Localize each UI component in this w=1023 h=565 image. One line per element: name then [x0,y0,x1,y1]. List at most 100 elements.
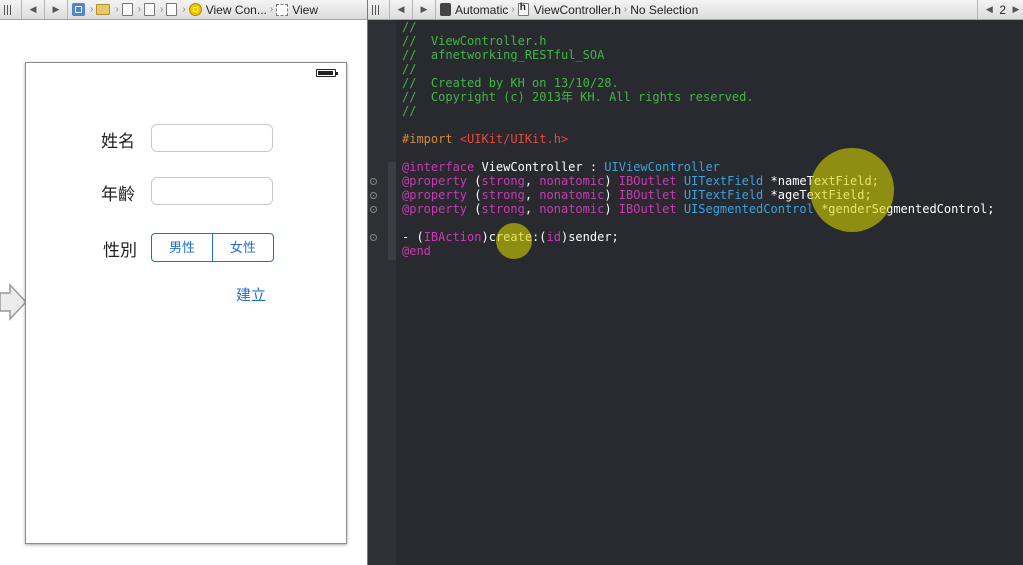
code-token: // [402,62,417,76]
outlet-connection-icon[interactable] [370,206,377,213]
gender-segmented-control[interactable]: 男性 女性 [151,233,274,262]
action-connection-icon[interactable] [370,234,377,241]
code-token: strong [481,202,525,216]
code-line[interactable]: // Created by KH on 13/10/28. [402,76,994,90]
create-button[interactable]: 建立 [236,284,266,305]
age-label: 年齡 [101,185,135,204]
code-line[interactable]: // ViewController.h [402,34,994,48]
code-token: // [402,104,417,118]
view-controller-icon [188,3,202,16]
age-text-field[interactable] [151,177,273,205]
battery-icon [316,69,338,77]
code-token: ( [467,188,482,202]
code-line[interactable]: @end [402,244,994,258]
editor-gutter[interactable] [368,20,396,565]
header-file-icon [517,2,529,16]
back-arrow-icon[interactable]: ◀ [26,4,40,15]
scene-icon[interactable] [166,3,178,16]
code-token: // Created by KH on 13/10/28. [402,76,619,90]
code-token: IBAction [423,230,482,244]
code-token: // [402,20,417,34]
code-token: @property [402,202,468,216]
code-token: @property [402,174,468,188]
code-token: )sender; [560,230,619,244]
storyboard-base-icon[interactable] [144,3,156,16]
code-token: - ( [402,230,424,244]
code-line[interactable]: @property (strong, nonatomic) IBOutlet U… [402,188,994,202]
assistant-mode-selector[interactable]: Automatic [440,0,508,19]
assistant-icon [440,3,451,16]
outlet-connection-icon[interactable] [370,192,377,199]
right-jump-bar: ◀ ▶ Automatic › ViewController.h › No Se… [368,0,1023,20]
code-token: ) [604,188,619,202]
source-code[interactable]: //// ViewController.h// afnetworking_RES… [402,20,994,258]
code-line[interactable] [402,118,994,132]
code-token: @interface [402,160,475,174]
code-token: // ViewController.h [402,34,547,48]
segment-male[interactable]: 男性 [152,234,212,261]
previous-counterpart-icon[interactable]: ◀ [982,4,996,15]
name-label: 姓名 [101,132,135,151]
forward-arrow-icon[interactable]: ▶ [49,4,63,15]
code-token: ( [467,202,482,216]
code-token: *ageTextField; [763,188,872,202]
iphone-view-canvas[interactable]: 姓名 年齡 性別 男性 女性 建立 [25,62,347,544]
code-line[interactable]: // [402,20,994,34]
interface-builder-pane: ◀ ▶ › › › › › View Con... › View 姓名 年齡 性… [0,0,367,565]
code-token: nonatomic [539,188,605,202]
code-token: , [524,188,540,202]
code-token: nonatomic [539,174,605,188]
code-token: // afnetworking_RESTful_SOA [402,48,605,62]
code-line[interactable]: - (IBAction)create:(id)sender; [402,230,994,244]
code-line[interactable]: // Copyright (c) 2013年 KH. All rights re… [402,90,994,104]
code-token: *nameTextField; [763,174,879,188]
counterpart-count: 2 [999,2,1006,17]
code-token: #import [402,132,460,146]
code-token: , [524,174,540,188]
code-token: @end [402,244,431,258]
back-arrow-icon[interactable]: ◀ [394,4,408,15]
code-line[interactable]: // afnetworking_RESTful_SOA [402,48,994,62]
code-token: UIViewController [604,160,720,174]
code-token: UISegmentedControl [683,202,814,216]
code-token: ( [467,174,482,188]
code-token: UITextField [683,174,764,188]
code-line[interactable]: @property (strong, nonatomic) IBOutlet U… [402,202,994,216]
code-token: IBOutlet [618,202,677,216]
code-line[interactable] [402,216,994,230]
code-token: strong [481,174,525,188]
code-line[interactable]: @property (strong, nonatomic) IBOutlet U… [402,174,994,188]
code-line[interactable]: @interface ViewController : UIViewContro… [402,160,994,174]
storyboard-file-icon[interactable] [121,3,133,16]
code-line[interactable] [402,146,994,160]
breadcrumb-selection[interactable]: No Selection [630,0,698,19]
code-line[interactable]: // [402,62,994,76]
code-token: // Copyright (c) 2013年 KH. All rights re… [402,90,754,104]
next-counterpart-icon[interactable]: ▶ [1009,4,1023,15]
code-token: )create:( [481,230,547,244]
code-line[interactable]: #import <UIKit/UIKit.h> [402,132,994,146]
project-icon[interactable] [72,3,85,16]
name-text-field[interactable] [151,124,273,152]
code-token: , [524,202,540,216]
view-icon [276,3,289,16]
segment-female[interactable]: 女性 [212,234,273,261]
related-items-icon[interactable] [4,4,13,15]
code-line[interactable]: // [402,104,994,118]
code-token: ) [604,202,619,216]
folder-icon[interactable] [96,4,111,15]
initial-scene-arrow-icon [0,283,28,321]
breadcrumb-view-controller[interactable]: View Con... [188,0,267,19]
outlet-connection-icon[interactable] [370,178,377,185]
code-token: id [546,230,561,244]
forward-arrow-icon[interactable]: ▶ [417,4,431,15]
related-items-icon[interactable] [372,4,381,15]
code-token: ViewController : [474,160,605,174]
code-token: UITextField [683,188,764,202]
breadcrumb-file[interactable]: ViewController.h [517,0,621,19]
left-jump-bar: ◀ ▶ › › › › › View Con... › View [0,0,367,20]
code-editor[interactable]: //// ViewController.h// afnetworking_RES… [368,20,1023,565]
breadcrumb-view[interactable]: View [276,0,318,19]
